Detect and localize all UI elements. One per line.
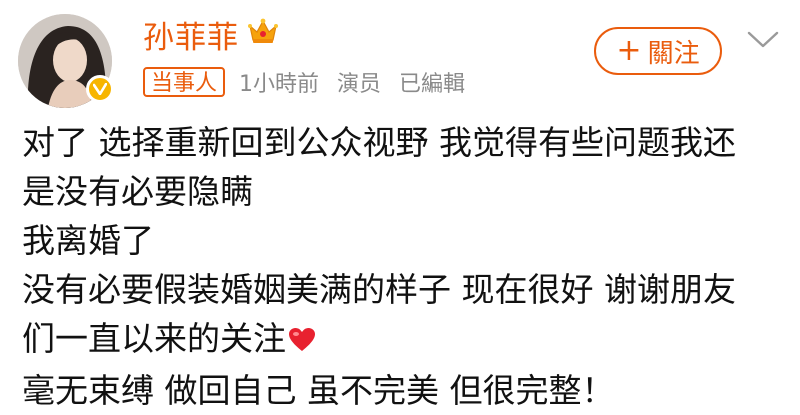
plus-icon: + bbox=[616, 33, 642, 68]
username-row: 孙菲菲 bbox=[143, 12, 279, 57]
post-line: 对了 选择重新回到公众视野 我觉得有些问题我还 bbox=[22, 123, 736, 162]
username[interactable]: 孙菲菲 bbox=[143, 12, 239, 57]
post-line: 我离婚了 bbox=[22, 221, 154, 260]
post-line-with-emoji: 们一直以来的关注 bbox=[22, 314, 792, 366]
edited-label[interactable]: 已編輯 bbox=[399, 66, 465, 98]
chevron-down-icon[interactable] bbox=[746, 30, 780, 50]
follow-button[interactable]: + 關注 bbox=[594, 27, 722, 75]
post-time: 1小時前 bbox=[239, 72, 320, 97]
meta-row: 当事人 1小時前 演员 已編輯 bbox=[143, 66, 483, 98]
role-tag: 当事人 bbox=[143, 67, 226, 97]
post-line: 毫无束缚 做回自己 虽不完美 但很完整！ bbox=[22, 371, 615, 410]
post-line: 是没有必要隐瞒 bbox=[22, 172, 253, 211]
post-line: 们一直以来的关注 bbox=[22, 319, 286, 358]
user-role: 演员 bbox=[337, 72, 382, 97]
post-line: 没有必要假装婚姻美满的样子 现在很好 谢谢朋友 bbox=[22, 270, 736, 309]
red-heart-icon bbox=[288, 317, 316, 366]
follow-label: 關注 bbox=[647, 38, 700, 69]
post-body: 对了 选择重新回到公众视野 我觉得有些问题我还 是没有必要隐瞒 我离婚了 没有必… bbox=[22, 118, 792, 415]
crown-icon bbox=[247, 17, 279, 53]
verified-v-icon bbox=[86, 75, 114, 103]
